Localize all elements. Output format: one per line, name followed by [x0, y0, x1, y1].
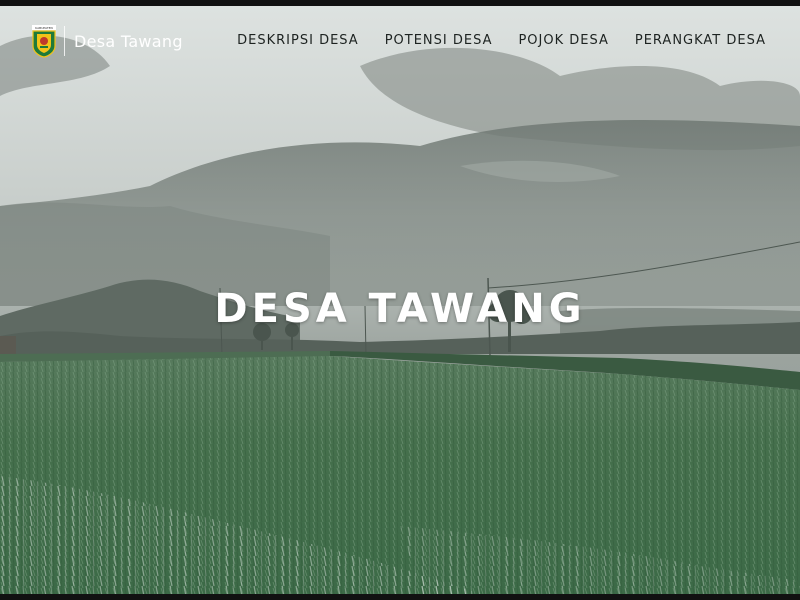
- bottom-border: [0, 594, 800, 600]
- top-navbar: KABUPATEN Desa Tawang DESKRIPSI DESA POT…: [0, 6, 800, 76]
- village-emblem-icon[interactable]: KABUPATEN: [31, 24, 57, 58]
- brand-divider: [64, 26, 65, 56]
- main-menu: DESKRIPSI DESA POTENSI DESA POJOK DESA P…: [237, 33, 766, 48]
- brand[interactable]: KABUPATEN Desa Tawang: [31, 24, 183, 58]
- brand-name[interactable]: Desa Tawang: [74, 32, 183, 51]
- top-border: [0, 0, 800, 6]
- nav-deskripsi-desa[interactable]: DESKRIPSI DESA: [237, 33, 359, 48]
- logo-caption: KABUPATEN: [35, 26, 53, 30]
- nav-pojok-desa[interactable]: POJOK DESA: [518, 33, 608, 48]
- nav-potensi-desa[interactable]: POTENSI DESA: [385, 33, 493, 48]
- hero-title: DESA TAWANG: [214, 286, 586, 332]
- nav-perangkat-desa[interactable]: PERANGKAT DESA: [635, 33, 766, 48]
